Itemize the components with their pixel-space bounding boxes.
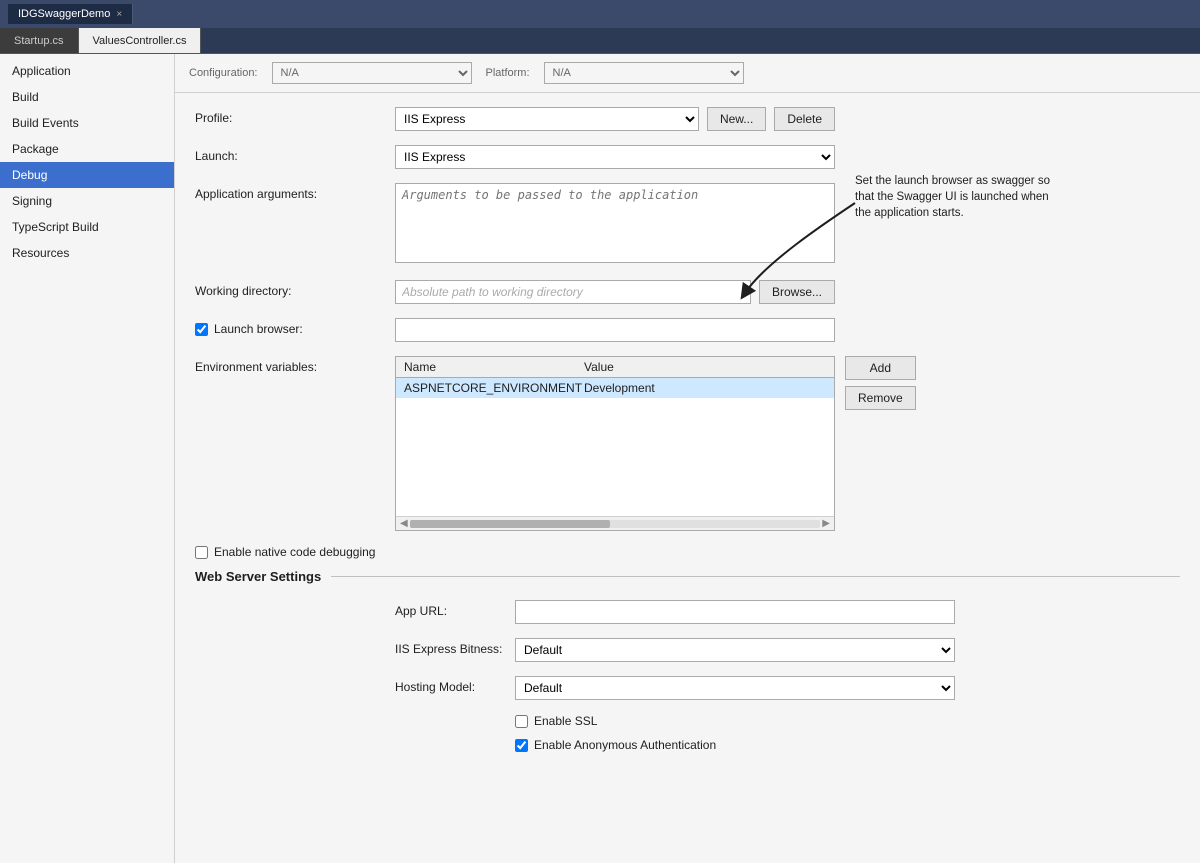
env-vars-label: Environment variables: — [195, 356, 395, 374]
working-dir-row: Working directory: Browse... — [195, 280, 1180, 304]
launch-browser-input[interactable]: swagger — [395, 318, 835, 342]
configuration-select[interactable]: N/A — [272, 62, 472, 84]
sidebar-item-build[interactable]: Build — [0, 84, 174, 110]
env-vars-control: Name Value ASPNETCORE_ENVIRONMENT Develo… — [395, 356, 835, 531]
profile-row: Profile: IIS Express New... Delete — [195, 107, 1180, 131]
sidebar-item-signing[interactable]: Signing — [0, 188, 174, 214]
env-row-0[interactable]: ASPNETCORE_ENVIRONMENT Development — [396, 378, 834, 398]
app-url-input[interactable]: http://localhost:34968 — [515, 600, 955, 624]
launch-label: Launch: — [195, 145, 395, 163]
platform-select[interactable]: N/A — [544, 62, 744, 84]
working-dir-control: Browse... — [395, 280, 835, 304]
editor-tabs: Startup.cs ValuesController.cs — [0, 28, 1200, 54]
env-col-name: Name — [404, 360, 584, 374]
iis-bitness-label: IIS Express Bitness: — [395, 638, 515, 656]
hosting-model-label: Hosting Model: — [395, 676, 515, 694]
add-button[interactable]: Add — [845, 356, 916, 380]
title-bar: IDGSwaggerDemo × — [0, 0, 1200, 28]
enable-native-debug-label: Enable native code debugging — [214, 545, 375, 559]
app-url-control: http://localhost:34968 — [515, 600, 955, 624]
content-area: Configuration: N/A Platform: N/A Profile… — [175, 54, 1200, 863]
iis-bitness-row: IIS Express Bitness: Default — [195, 638, 1180, 662]
annotation-text: Set the launch browser as swagger so tha… — [855, 173, 1055, 221]
hosting-model-select[interactable]: Default — [515, 676, 955, 700]
env-col-value: Value — [584, 360, 826, 374]
hosting-model-control: Default — [515, 676, 955, 700]
new-button[interactable]: New... — [707, 107, 766, 131]
project-tab[interactable]: IDGSwaggerDemo × — [8, 4, 133, 24]
sidebar-item-build-events[interactable]: Build Events — [0, 110, 174, 136]
form-area: Profile: IIS Express New... Delete L — [175, 93, 1200, 776]
sidebar-item-typescript-build[interactable]: TypeScript Build — [0, 214, 174, 240]
sidebar-item-package[interactable]: Package — [0, 136, 174, 162]
sidebar-item-debug[interactable]: Debug — [0, 162, 174, 188]
working-dir-label: Working directory: — [195, 280, 395, 298]
remove-button[interactable]: Remove — [845, 386, 916, 410]
app-args-row: Application arguments: Set the launch br… — [195, 183, 1180, 266]
enable-ssl-row: Enable SSL — [195, 714, 1180, 728]
scrollbar-thumb — [410, 520, 610, 528]
profile-control: IIS Express New... Delete — [395, 107, 835, 131]
profile-label: Profile: — [195, 107, 395, 125]
enable-ssl-label: Enable SSL — [534, 714, 597, 728]
browse-button[interactable]: Browse... — [759, 280, 835, 304]
enable-anon-row: Enable Anonymous Authentication — [195, 738, 1180, 752]
app-url-label: App URL: — [395, 600, 515, 618]
configuration-label: Configuration: — [189, 67, 258, 79]
project-tab-close[interactable]: × — [116, 9, 122, 20]
enable-anon-label: Enable Anonymous Authentication — [534, 738, 716, 752]
env-vars-row: Environment variables: Name Value ASPNET… — [195, 356, 1180, 531]
enable-anon-checkbox[interactable] — [515, 739, 528, 752]
main-layout: Application Build Build Events Package D… — [0, 54, 1200, 863]
tab-startup-cs[interactable]: Startup.cs — [0, 28, 79, 53]
tab-valuescontroller-cs[interactable]: ValuesController.cs — [79, 28, 202, 53]
env-scrollbar[interactable]: ◀ ▶ — [396, 516, 834, 530]
app-args-control: Set the launch browser as swagger so tha… — [395, 183, 835, 266]
app-args-label: Application arguments: — [195, 183, 395, 201]
config-bar: Configuration: N/A Platform: N/A — [175, 54, 1200, 93]
platform-label: Platform: — [486, 67, 530, 79]
env-table-container: Name Value ASPNETCORE_ENVIRONMENT Develo… — [395, 356, 835, 531]
profile-select[interactable]: IIS Express — [395, 107, 699, 131]
app-args-textarea[interactable] — [395, 183, 835, 263]
web-server-heading: Web Server Settings — [195, 569, 1180, 584]
env-table-header: Name Value — [396, 357, 834, 378]
launch-browser-label: Launch browser: — [195, 318, 395, 336]
sidebar-item-resources[interactable]: Resources — [0, 240, 174, 266]
launch-browser-checkbox[interactable] — [195, 323, 208, 336]
hosting-model-row: Hosting Model: Default — [195, 676, 1180, 700]
launch-select[interactable]: IIS Express — [395, 145, 835, 169]
env-cell-name-0: ASPNETCORE_ENVIRONMENT — [404, 381, 584, 395]
launch-control: IIS Express — [395, 145, 835, 169]
enable-native-debug-checkbox[interactable] — [195, 546, 208, 559]
env-cell-value-0: Development — [584, 381, 826, 395]
scrollbar-track — [410, 520, 821, 528]
enable-native-debug-row: Enable native code debugging — [195, 545, 1180, 559]
delete-button[interactable]: Delete — [774, 107, 835, 131]
sidebar: Application Build Build Events Package D… — [0, 54, 175, 863]
project-tab-label: IDGSwaggerDemo — [18, 8, 110, 20]
env-buttons: Add Remove — [845, 356, 916, 410]
launch-browser-row: Launch browser: swagger — [195, 318, 1180, 342]
app-url-row: App URL: http://localhost:34968 — [195, 600, 1180, 624]
iis-bitness-control: Default — [515, 638, 955, 662]
working-dir-input[interactable] — [395, 280, 751, 304]
launch-row: Launch: IIS Express — [195, 145, 1180, 169]
enable-ssl-checkbox[interactable] — [515, 715, 528, 728]
sidebar-item-application[interactable]: Application — [0, 58, 174, 84]
iis-bitness-select[interactable]: Default — [515, 638, 955, 662]
launch-browser-control: swagger — [395, 318, 835, 342]
